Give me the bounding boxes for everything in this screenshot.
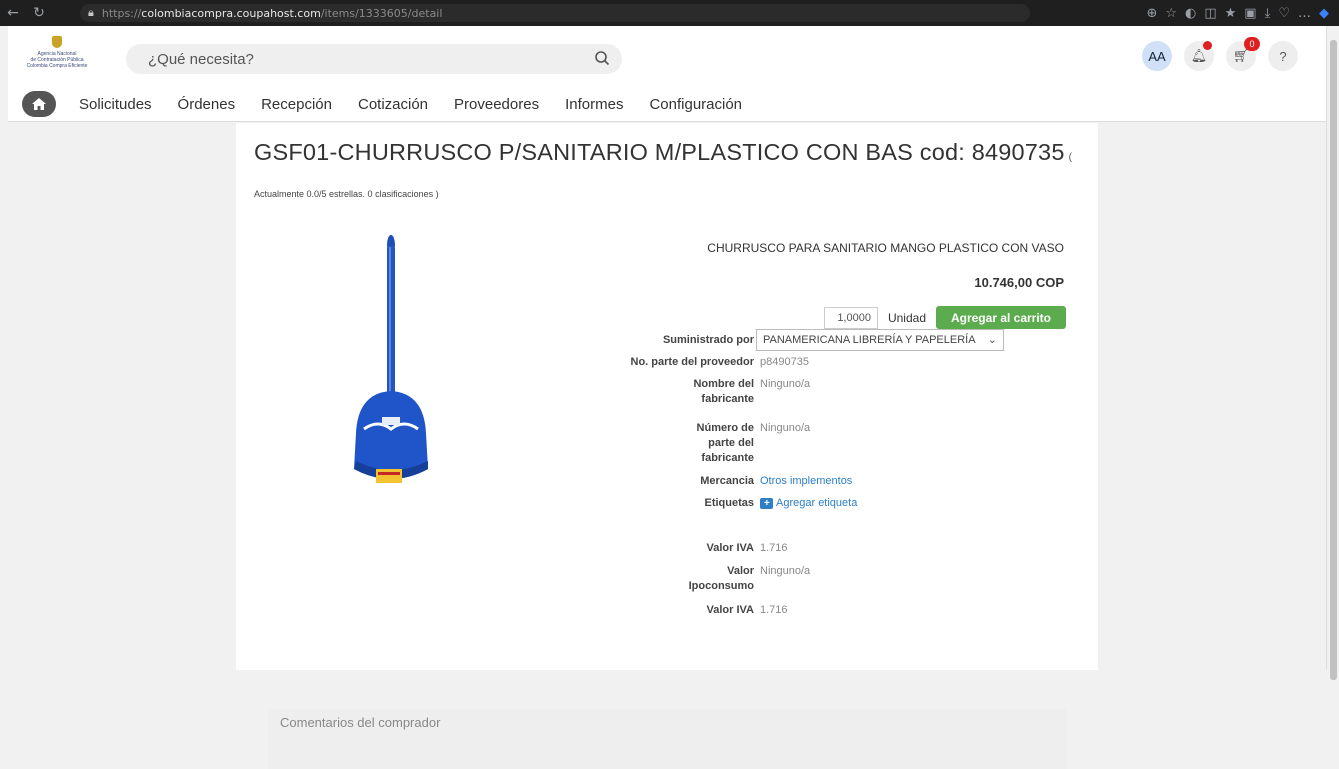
tags-label: Etiquetas [704,497,754,509]
performance-icon[interactable]: ♡ [1278,6,1290,21]
supplier-part-value: p8490735 [760,356,809,368]
nav-recepcion[interactable]: Recepción [261,96,332,113]
back-icon[interactable]: ← [0,5,26,21]
add-to-cart-button[interactable]: Agregar al carrito [936,306,1066,329]
home-button[interactable] [22,91,56,117]
product-image [354,235,428,483]
browser-actions: ⊕ ☆ ◐ ◫ ★ ▣ ⤓ ♡ … ◆ [1146,0,1329,26]
nav-cotizacion[interactable]: Cotización [358,96,428,113]
split-screen-icon[interactable]: ◫ [1204,6,1216,21]
cart-button[interactable]: 🛒︎ 0 [1226,37,1260,71]
chevron-down-icon: ⌄ [987,334,997,346]
manufacturer-part-label: Número de parte del fabricante [696,422,754,464]
reload-icon[interactable]: ↻ [26,5,52,21]
favorite-icon[interactable]: ☆ [1165,6,1177,21]
header-actions: AA 🔔︎ 🛒︎ 0 ? [1142,37,1298,71]
home-icon [32,98,46,110]
nav-informes[interactable]: Informes [565,96,623,113]
iva2-label: Valor IVA [706,604,754,616]
favorites-icon[interactable]: ★ [1225,6,1237,21]
collections-icon[interactable]: ▣ [1244,6,1256,21]
page-title: GSF01-CHURRUSCO P/SANITARIO M/PLASTICO C… [254,139,1072,166]
lock-icon: 🔒︎ [88,6,94,19]
notification-dot [1203,41,1212,50]
crest-icon [52,36,62,48]
rating-text: Actualmente 0.0/5 estrellas. 0 clasifica… [254,189,439,199]
url-protocol: https:// [101,6,142,20]
downloads-icon[interactable]: ⤓ [1265,6,1271,21]
nav-proveedores[interactable]: Proveedores [454,96,539,113]
comments-title: Comentarios del comprador [280,715,441,730]
help-button[interactable]: ? [1268,41,1298,71]
add-tag-label: Agregar etiqueta [776,497,858,509]
extension-icon[interactable]: ◐ [1185,6,1196,21]
item-title: GSF01-CHURRUSCO P/SANITARIO M/PLASTICO C… [254,139,1065,165]
search-placeholder: ¿Qué necesita? [148,50,254,68]
iva-label: Valor IVA [706,542,754,554]
manufacturer-name-label: Nombre del fabricante [693,378,754,405]
nav-configuracion[interactable]: Configuración [649,96,742,113]
copilot-icon[interactable]: ◆ [1319,6,1329,21]
logo-line3: Colombia Compra Eficiente [26,63,88,69]
url-host: colombiacompra.coupahost.com [141,6,321,20]
agency-logo[interactable]: Agencia Nacional de Contratación Pública… [20,36,94,76]
manufacturer-part-value: Ninguno/a [760,422,811,434]
product-description: CHURRUSCO PARA SANITARIO MANGO PLASTICO … [707,241,1064,255]
bell-icon: 🔔︎ [1190,48,1208,63]
cart-icon: 🛒︎ [1232,48,1250,63]
iva-value: 1.716 [760,542,788,554]
cart-count-badge: 0 [1244,37,1260,51]
main-nav: Solicitudes Órdenes Recepción Cotización… [22,90,755,118]
title-suffix: ( [1068,152,1073,163]
commodity-link[interactable]: Otros implementos [760,474,852,489]
iva2-value: 1.716 [760,604,788,616]
page-background [1099,123,1327,670]
manufacturer-name-value: Ninguno/a [760,378,811,390]
scrollbar[interactable] [1326,26,1339,680]
more-icon[interactable]: … [1298,6,1311,21]
search-icon[interactable] [594,50,610,66]
ipoconsumo-label: Valor Ipoconsumo [688,565,754,592]
item-price: 10.746,00 COP [974,275,1064,290]
buyer-comments-section: Comentarios del comprador [268,709,1066,769]
scroll-thumb[interactable] [1330,40,1337,680]
search-input[interactable]: ¿Qué necesita? [126,44,622,74]
browser-toolbar: ← ↻ 🔒︎ https:// colombiacompra.coupahost… [0,0,1339,26]
app-header: Agencia Nacional de Contratación Pública… [8,26,1326,122]
zoom-icon[interactable]: ⊕ [1146,6,1157,21]
notifications-button[interactable]: 🔔︎ [1184,41,1214,71]
add-tag-icon [760,496,773,511]
supplier-select[interactable]: PANAMERICANA LIBRERÍA Y PAPELERÍA ⌄ [756,329,1004,351]
supplier-value: PANAMERICANA LIBRERÍA Y PAPELERÍA [763,334,976,346]
user-avatar[interactable]: AA [1142,41,1172,71]
nav-ordenes[interactable]: Órdenes [178,96,236,113]
ipoconsumo-value: Ninguno/a [760,565,811,577]
unit-label: Unidad [887,310,926,325]
supplier-label: Suministrado por [662,334,754,346]
quantity-row: 1,0000 Unidad Agregar al carrito [823,306,1066,329]
commodity-label: Mercancia [700,475,754,487]
add-tag-link[interactable]: Agregar etiqueta [760,496,857,511]
quantity-input[interactable]: 1,0000 [823,306,878,329]
address-bar[interactable]: 🔒︎ https:// colombiacompra.coupahost.com… [80,4,1030,22]
supplier-part-label: No. parte del proveedor [630,356,754,368]
item-detail-panel: GSF01-CHURRUSCO P/SANITARIO M/PLASTICO C… [236,123,1098,769]
nav-solicitudes[interactable]: Solicitudes [79,96,152,113]
url-path: /items/1333605/detail [320,6,443,20]
